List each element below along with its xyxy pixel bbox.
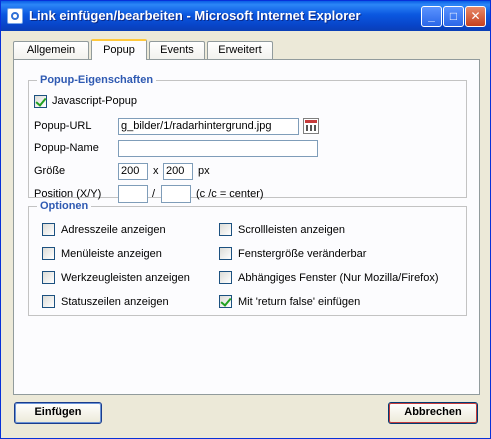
scrollbars-checkbox[interactable] [219,223,232,236]
statusbar-label: Statuszeilen anzeigen [61,296,169,308]
address-bar-label: Adresszeile anzeigen [61,224,166,236]
popup-name-label: Popup-Name [34,142,99,154]
position-label: Position (X/Y) [34,188,102,200]
size-separator: x [153,165,159,177]
popup-url-input[interactable]: g_bilder/1/radarhintergrund.jpg [118,118,299,135]
internet-explorer-icon [7,8,23,24]
size-label: Größe [34,165,66,177]
position-separator: / [152,188,156,200]
options-legend: Optionen [40,200,89,212]
dependent-window-checkbox[interactable] [219,271,232,284]
resizable-checkbox[interactable] [219,247,232,260]
window-title: Link einfügen/bearbeiten - Microsoft Int… [29,8,361,23]
tab-events[interactable]: Events [149,41,205,59]
tab-erweitert[interactable]: Erweitert [207,41,273,59]
file-browser-icon[interactable] [303,118,319,134]
javascript-popup-label: Javascript-Popup [52,95,137,107]
tab-popup[interactable]: Popup [91,39,147,60]
javascript-popup-checkbox[interactable] [34,95,47,108]
return-false-checkbox[interactable] [219,295,232,308]
minimize-button[interactable]: _ [421,6,442,27]
close-button[interactable]: ✕ [465,6,486,27]
resizable-label: Fenstergröße veränderbar [238,248,367,260]
popup-height-input[interactable]: 200 [163,163,193,180]
scrollbars-label: Scrollleisten anzeigen [238,224,346,236]
popup-name-input[interactable] [118,140,318,157]
statusbar-checkbox[interactable] [42,295,55,308]
return-false-label: Mit 'return false' einfügen [238,296,361,308]
tab-allgemein[interactable]: Allgemein [13,41,89,59]
popup-width-input[interactable]: 200 [118,163,148,180]
popup-properties-fieldset: Popup-Eigenschaften Javascript-Popup Pop… [28,74,467,203]
size-unit: px [198,165,210,177]
popup-url-label: Popup-URL [34,120,92,132]
menubar-label: Menüleiste anzeigen [61,248,162,260]
cancel-button[interactable]: Abbrechen [388,402,478,424]
position-hint: (c /c = center) [196,188,264,200]
dependent-window-label: Abhängiges Fenster (Nur Mozilla/Firefox) [238,272,439,284]
maximize-button[interactable]: □ [443,6,464,27]
toolbar-label: Werkzeugleisten anzeigen [61,272,190,284]
toolbar-checkbox[interactable] [42,271,55,284]
popup-properties-legend: Popup-Eigenschaften [40,74,154,86]
title-bar[interactable]: Link einfügen/bearbeiten - Microsoft Int… [1,1,490,31]
options-fieldset: Optionen Adresszeile anzeigen Scrollleis… [28,200,467,316]
dialog-window: Link einfügen/bearbeiten - Microsoft Int… [0,0,491,439]
address-bar-checkbox[interactable] [42,223,55,236]
popup-tab-panel: Popup-Eigenschaften Javascript-Popup Pop… [13,59,480,395]
insert-button[interactable]: Einfügen [14,402,102,424]
menubar-checkbox[interactable] [42,247,55,260]
